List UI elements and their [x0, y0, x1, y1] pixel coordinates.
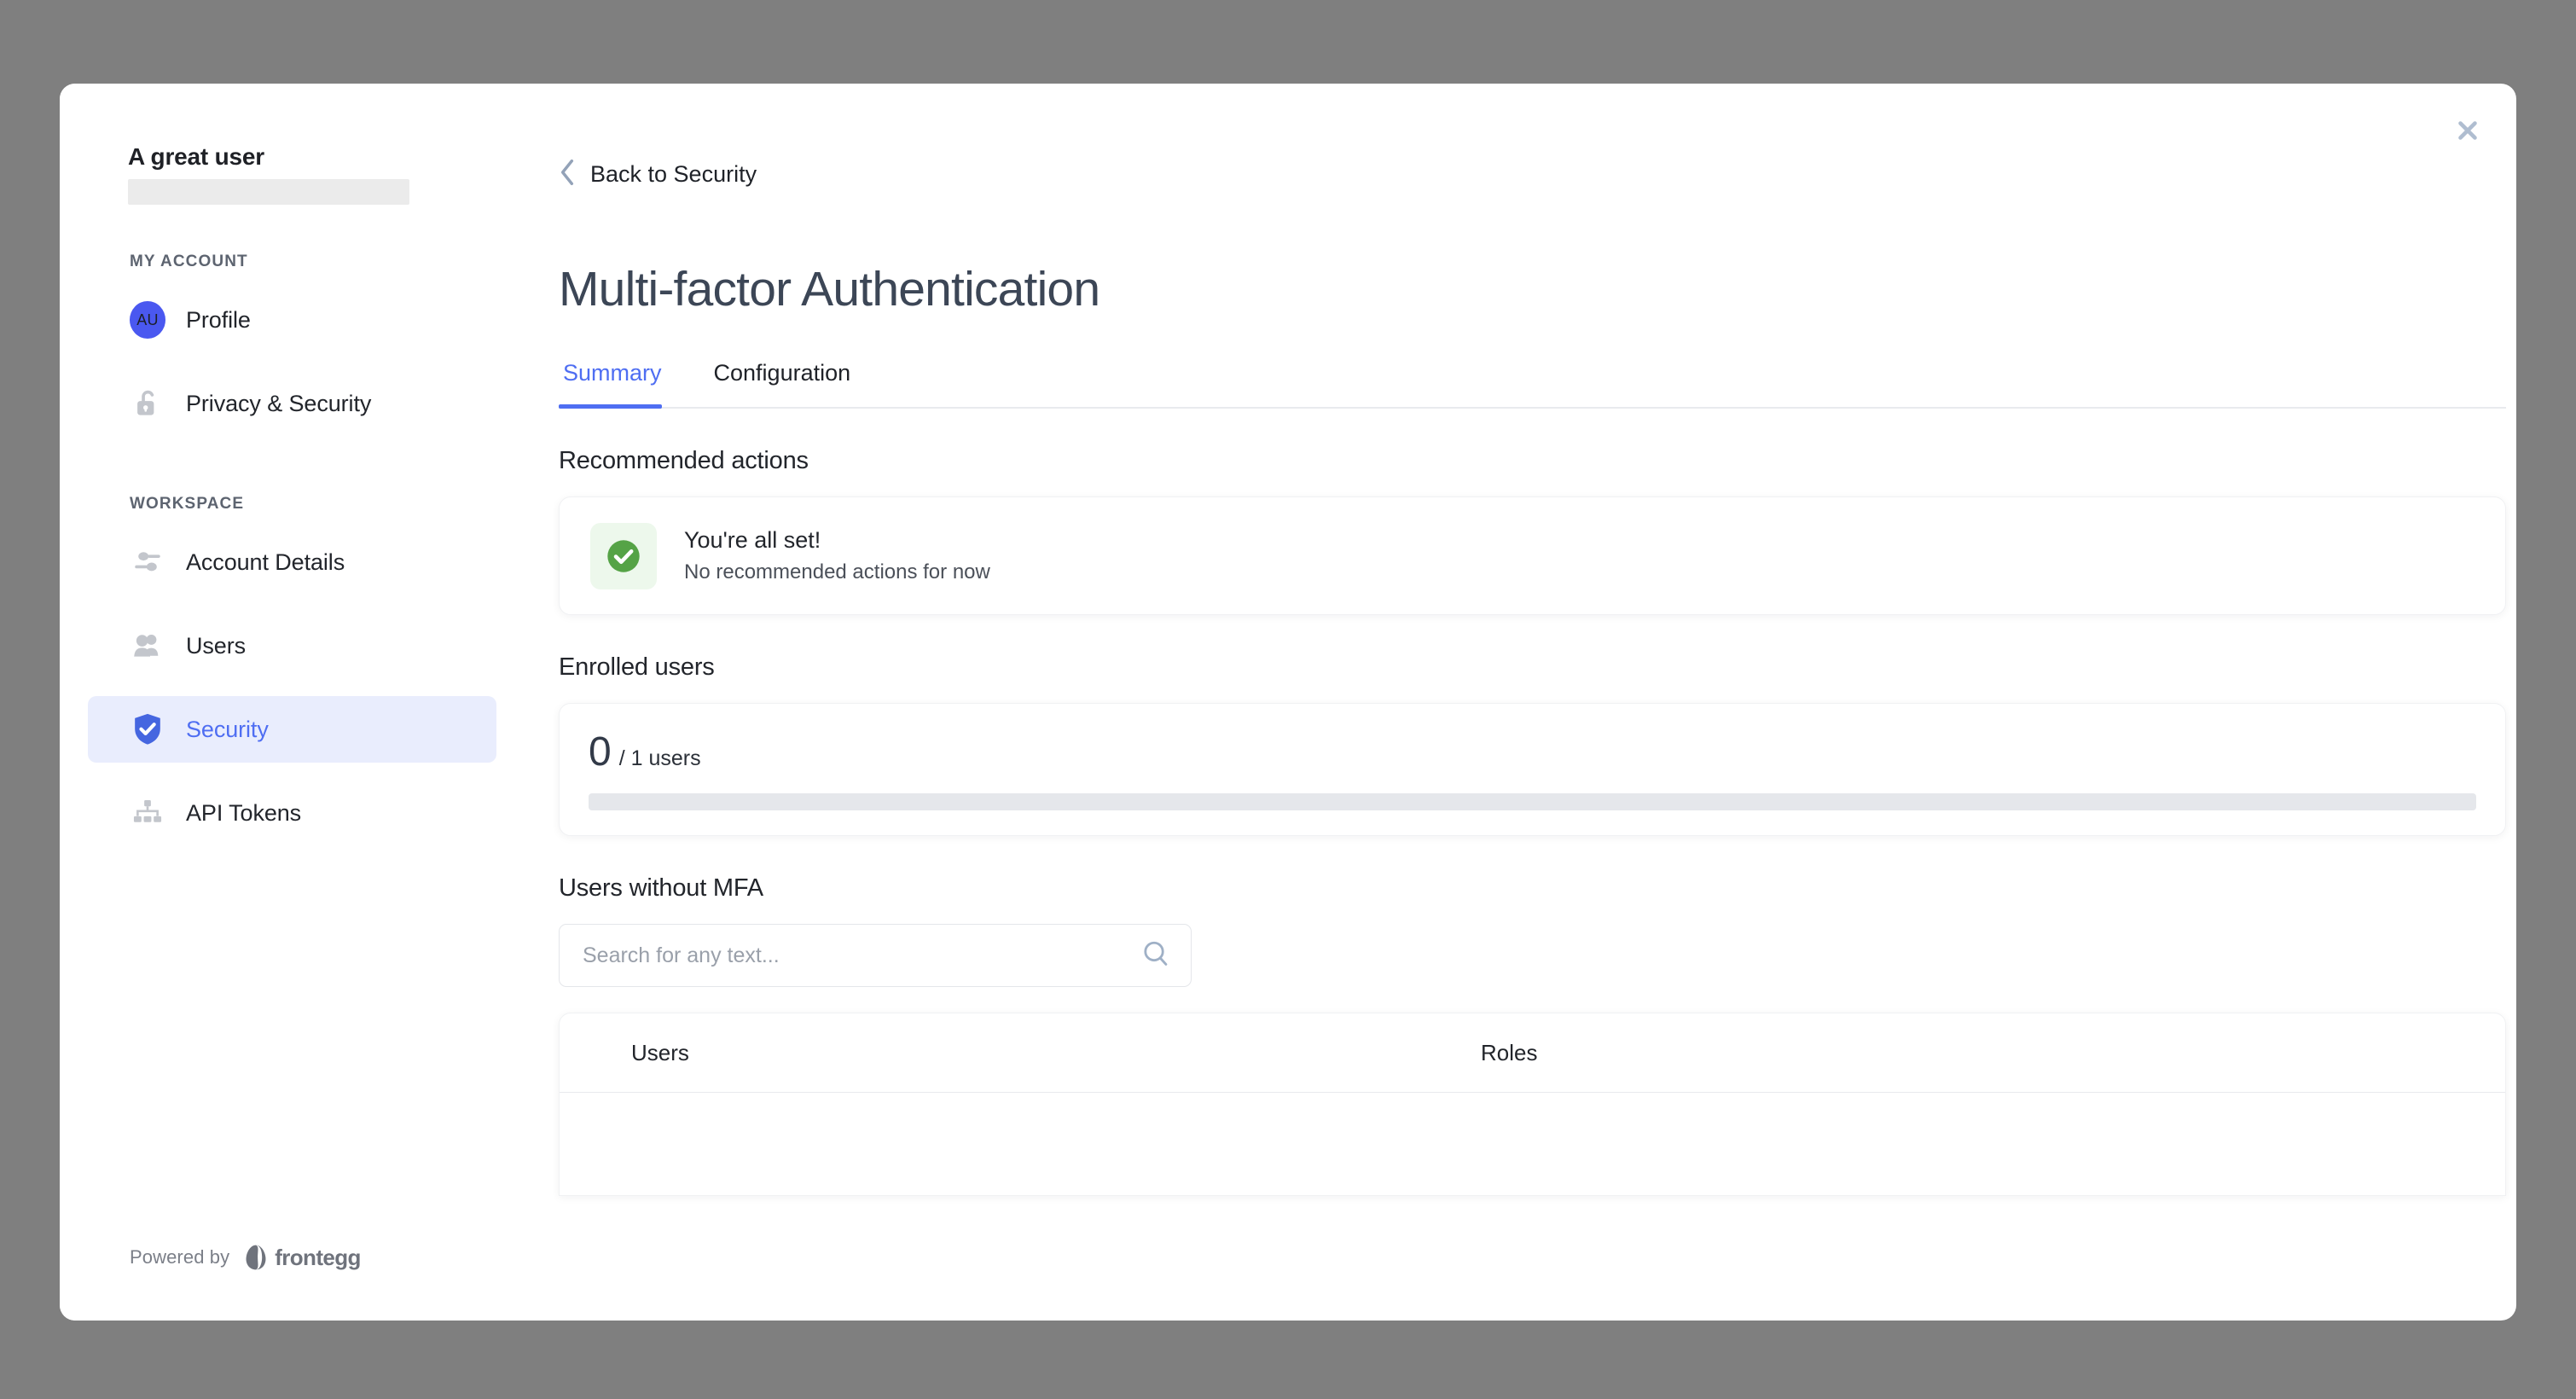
main-content: Back to Security Multi-factor Authentica… [525, 84, 2516, 1321]
table-column-users: Users [560, 1040, 1481, 1066]
sidebar-item-label-users: Users [186, 633, 246, 659]
back-to-security-label: Back to Security [590, 161, 757, 188]
recommended-actions-heading: You're all set! [684, 527, 990, 554]
search-icon[interactable] [1141, 939, 1170, 972]
avatar: AU [130, 302, 165, 338]
search-input[interactable] [583, 943, 1141, 968]
sidebar-item-label-api-tokens: API Tokens [186, 800, 301, 827]
table-column-roles: Roles [1481, 1040, 1537, 1066]
users-icon [130, 628, 165, 664]
enrolled-users-counts: 0 / 1 users [589, 732, 2476, 773]
settings-modal: A great user MY ACCOUNT AU Profile [60, 84, 2516, 1321]
page-title: Multi-factor Authentication [559, 261, 2516, 317]
sidebar-item-label-security: Security [186, 717, 269, 743]
shield-check-icon [130, 711, 165, 747]
table-header-row: Users Roles [560, 1013, 2505, 1093]
sliders-icon [130, 544, 165, 580]
avatar-initials: AU [130, 301, 165, 339]
sidebar-item-label-account-details: Account Details [186, 549, 345, 576]
sidebar-item-api-tokens[interactable]: API Tokens [88, 780, 496, 846]
close-button[interactable] [2443, 106, 2492, 155]
account-name: A great user [128, 143, 525, 171]
tab-configuration[interactable]: Configuration [710, 360, 877, 407]
sidebar-item-label-profile: Profile [186, 307, 251, 334]
enrolled-users-title: Enrolled users [559, 653, 2516, 682]
recommended-actions-card: You're all set! No recommended actions f… [559, 496, 2506, 615]
frontegg-wordmark: frontegg [275, 1245, 361, 1271]
frontegg-logo: frontegg [243, 1244, 361, 1271]
users-without-mfa-table: Users Roles [559, 1013, 2506, 1196]
sidebar: A great user MY ACCOUNT AU Profile [60, 84, 525, 1321]
recommended-actions-subtext: No recommended actions for now [684, 560, 990, 584]
sidebar-item-account-details[interactable]: Account Details [88, 529, 496, 595]
sidebar-item-security[interactable]: Security [88, 696, 496, 763]
enrolled-users-card: 0 / 1 users [559, 703, 2506, 836]
sidebar-item-label-privacy-security: Privacy & Security [186, 391, 371, 417]
nav-group-label-workspace: WORKSPACE [60, 495, 525, 514]
account-header: A great user [60, 84, 525, 205]
powered-by-label: Powered by [130, 1246, 229, 1268]
enrolled-users-count: 0 [589, 732, 612, 773]
powered-by-footer: Powered by frontegg [130, 1244, 361, 1271]
sidebar-item-privacy-security[interactable]: Privacy & Security [88, 370, 496, 437]
search-box[interactable] [559, 924, 1192, 987]
tab-summary[interactable]: Summary [559, 360, 688, 407]
back-to-security-link[interactable]: Back to Security [559, 159, 757, 190]
nav-group-label-my-account: MY ACCOUNT [60, 253, 525, 271]
nav-group-workspace: WORKSPACE Account Details [60, 495, 525, 846]
chevron-left-icon [559, 159, 576, 190]
tab-bar: Summary Configuration [559, 360, 2506, 409]
check-circle-icon [590, 523, 657, 589]
sidebar-item-users[interactable]: Users [88, 612, 496, 679]
recommended-actions-title: Recommended actions [559, 447, 2516, 475]
nav-group-my-account: MY ACCOUNT AU Profile Privacy & Security [60, 253, 525, 437]
table-body-empty [560, 1093, 2505, 1195]
close-icon [2453, 116, 2482, 145]
recommended-actions-text: You're all set! No recommended actions f… [684, 527, 990, 584]
frontegg-egg-icon [243, 1244, 269, 1271]
lock-open-icon [130, 386, 165, 421]
users-without-mfa-title: Users without MFA [559, 874, 2516, 903]
sidebar-item-profile[interactable]: AU Profile [88, 287, 496, 353]
sitemap-icon [130, 795, 165, 831]
account-subtitle-placeholder [128, 179, 409, 205]
enrolled-users-total: / 1 users [619, 746, 701, 771]
enrolled-users-progress-bar [589, 793, 2476, 810]
